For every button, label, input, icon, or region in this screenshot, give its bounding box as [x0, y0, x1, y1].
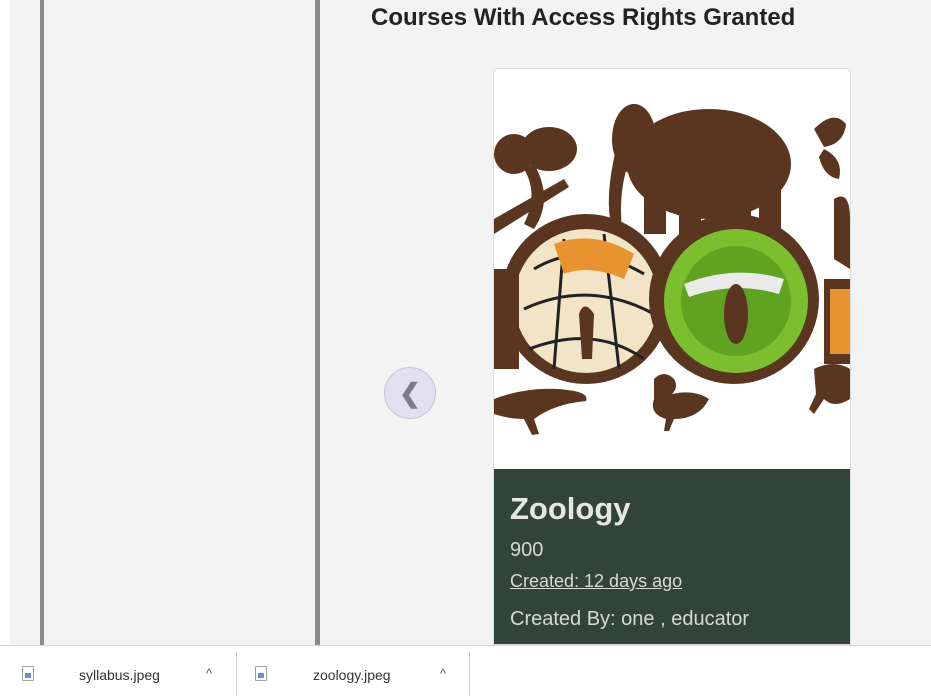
course-code: 900 [510, 539, 544, 561]
chevron-up-icon[interactable]: ^ [206, 666, 212, 681]
course-card-body: Zoology 900 Created: 12 days ago Created… [494, 469, 850, 644]
download-item[interactable]: zoology.jpeg ^ [237, 654, 469, 698]
course-card[interactable]: Zoology 900 Created: 12 days ago Created… [493, 68, 851, 645]
page: Courses With Access Rights Granted ❮ Zoo… [0, 0, 931, 645]
download-item[interactable]: syllabus.jpeg ^ [0, 654, 236, 698]
page-title: Courses With Access Rights Granted [371, 4, 796, 31]
sidebar [40, 0, 320, 645]
course-created-by: Created By: one , educator [510, 608, 750, 630]
download-filename: syllabus.jpeg [79, 667, 160, 683]
download-bar: syllabus.jpeg ^ zoology.jpeg ^ [0, 645, 931, 699]
left-gutter [0, 0, 10, 645]
image-file-icon [22, 666, 34, 681]
download-filename: zoology.jpeg [313, 667, 391, 683]
image-file-icon [255, 666, 267, 681]
carousel-prev-button[interactable]: ❮ [384, 367, 436, 419]
course-created-link[interactable]: Created: 12 days ago [510, 571, 682, 592]
zoology-illustration [494, 69, 850, 469]
chevron-left-icon: ❮ [399, 378, 421, 408]
course-title: Zoology [510, 491, 631, 526]
download-divider [469, 652, 470, 696]
chevron-up-icon[interactable]: ^ [440, 666, 446, 681]
course-image [494, 69, 850, 469]
